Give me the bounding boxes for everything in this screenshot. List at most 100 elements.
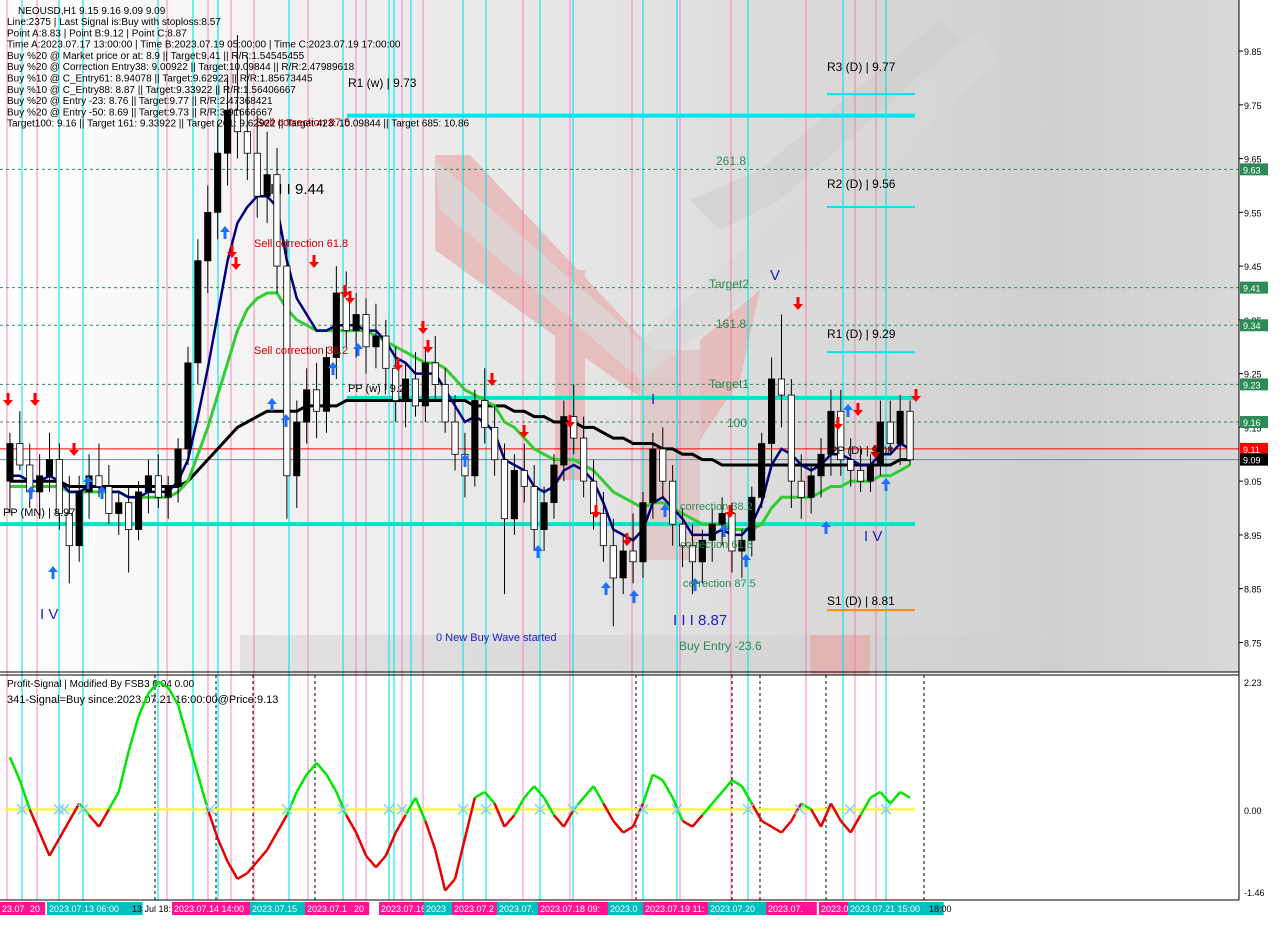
r3-daily-label: R3 (D) | 9.77 — [827, 60, 896, 74]
candle-body — [411, 378, 419, 407]
candle-body — [174, 448, 182, 487]
price-tick-label: 9.75 — [1244, 101, 1262, 111]
time-label-text: 2023.07.2 — [454, 904, 494, 914]
target1-label: Target1 — [709, 377, 749, 391]
price-badge-label: 9.34 — [1243, 321, 1261, 331]
candle — [758, 432, 766, 509]
chart-canvas[interactable]: R3 (D) | 9.77 R2 (D) | 9.56 R1 (D) | 9.2… — [0, 0, 1280, 920]
time-label: 2023.0 — [608, 902, 648, 915]
time-label-text: 13 Jul 18: — [132, 904, 171, 914]
info-line: Point A:8.83 | Point B:9.12 | Point C:8.… — [7, 28, 187, 39]
candle-body — [312, 389, 321, 412]
time-label-text: 2023.07.13 06:00 — [49, 904, 119, 914]
time-label: 18:00 — [929, 904, 952, 914]
correction-618-label: correction 61.8 — [680, 539, 753, 551]
price-tick-label: 9.55 — [1244, 208, 1262, 218]
candle-body — [906, 410, 914, 461]
candle-body — [797, 480, 805, 498]
info-line: Buy %20 @ Correction Entry38: 9.00922 ||… — [7, 62, 355, 73]
candle-body — [659, 448, 667, 482]
candle-body — [322, 357, 330, 412]
candle-body — [560, 416, 568, 466]
candle-body — [154, 475, 162, 498]
candle-body — [451, 421, 459, 455]
time-label-text: 2023.07.16 — [381, 904, 426, 914]
pp-monthly-label: PP (MN) | 8.97 — [3, 507, 75, 519]
price-badge-label: 9.09 — [1243, 456, 1261, 466]
candle-body — [619, 550, 627, 579]
price-badge-label: 9.11 — [1243, 445, 1260, 455]
info-line: Time A:2023.07.17 13:00:00 | Time B:2023… — [7, 40, 401, 51]
candle-body — [896, 410, 904, 444]
time-label-text: 20 — [30, 904, 40, 914]
candle-body — [481, 400, 489, 428]
price-badge: 9.63 — [1240, 163, 1268, 176]
time-label-text: 2023.07. — [768, 904, 803, 914]
candle-body — [708, 523, 716, 541]
candle-body — [530, 486, 538, 530]
candle-body — [55, 459, 63, 514]
candle-body — [352, 314, 360, 332]
info-line: Target100: 9.16 || Target 161: 9.33922 |… — [7, 119, 469, 130]
time-label: 2023.07. — [766, 902, 817, 915]
candle-body — [570, 416, 578, 439]
time-label: 13 Jul 18: — [132, 904, 171, 914]
info-line: Line:2375 | Last Signal is:Buy with stop… — [7, 17, 221, 28]
correction-875-label: correction 87.5 — [683, 578, 756, 590]
time-label: 20 — [28, 902, 46, 915]
candle — [194, 239, 202, 385]
candle-body — [441, 383, 449, 423]
price-badge: 9.09 — [1240, 453, 1268, 466]
candle-body — [718, 513, 726, 525]
candle-body — [303, 389, 311, 423]
candle-body — [876, 421, 884, 466]
wave-iv-right-label: I V — [864, 528, 882, 545]
sell-correction-382-label: Sell correction 38.2 — [254, 345, 348, 357]
osc-tick-zero: 0.00 — [1244, 806, 1262, 816]
time-label-text: 2023.07.14 14:00 — [174, 904, 244, 914]
candle-body — [45, 459, 53, 477]
fib-261-label: 261.8 — [716, 154, 746, 168]
candle-body — [669, 480, 677, 525]
candle-body — [125, 502, 133, 531]
candle-body — [6, 443, 14, 482]
price-badge-label: 9.63 — [1243, 165, 1261, 175]
time-label-text: 2023.07. — [499, 904, 534, 914]
candle-body — [164, 486, 172, 498]
candle-body — [580, 437, 588, 482]
price-tick-label: 9.45 — [1244, 262, 1262, 272]
candle-body — [857, 469, 865, 482]
time-label-text: 2023.07.20 — [710, 904, 755, 914]
candle-body — [293, 421, 301, 477]
fib-100-label: 100 — [727, 416, 747, 430]
s1-daily-label: S1 (D) | 8.81 — [827, 594, 895, 608]
candle — [184, 346, 192, 466]
wave-v-label: V — [770, 267, 780, 284]
time-label: 2023.07.20 — [708, 902, 770, 915]
price-badge: 9.34 — [1240, 319, 1268, 332]
time-label: 2023 — [424, 902, 453, 915]
candle-body — [95, 475, 103, 487]
candle-body — [599, 513, 607, 547]
r1-weekly-label: R1 (w) | 9.73 — [348, 76, 417, 90]
time-label-text: 2023.07.19 11: — [645, 904, 704, 914]
time-label-text: 2023.07.15 — [252, 904, 297, 914]
time-label: 2023.07.15 — [250, 902, 312, 915]
osc-tick-low: -1.46 — [1244, 888, 1265, 898]
pp-weekly-label: PP (w) | 9.2 — [348, 383, 405, 395]
wave-iii-label: I I I 9.44 — [270, 181, 324, 198]
candle-body — [500, 459, 508, 520]
candle-body — [520, 469, 528, 487]
price-tick-label: 9.65 — [1244, 155, 1262, 165]
candle-body — [362, 314, 370, 348]
candle-body — [777, 378, 785, 396]
time-axis: 23.07 20 2023.07.13 06:00 13 Jul 18: 2023.07… — [0, 902, 952, 915]
candle-body — [204, 211, 212, 262]
candle-body — [540, 502, 548, 531]
buy-entry-label: Buy Entry -23.6 — [679, 639, 762, 653]
info-line: Buy %10 @ C_Entry61: 8.94078 || Target:9… — [7, 74, 313, 85]
info-line: Buy %20 @ Entry -23: 8.76 || Target:9.77… — [7, 96, 273, 107]
price-badge-label: 9.16 — [1243, 418, 1261, 428]
price-tick-label: 9.25 — [1244, 370, 1262, 380]
candle-body — [75, 491, 83, 547]
